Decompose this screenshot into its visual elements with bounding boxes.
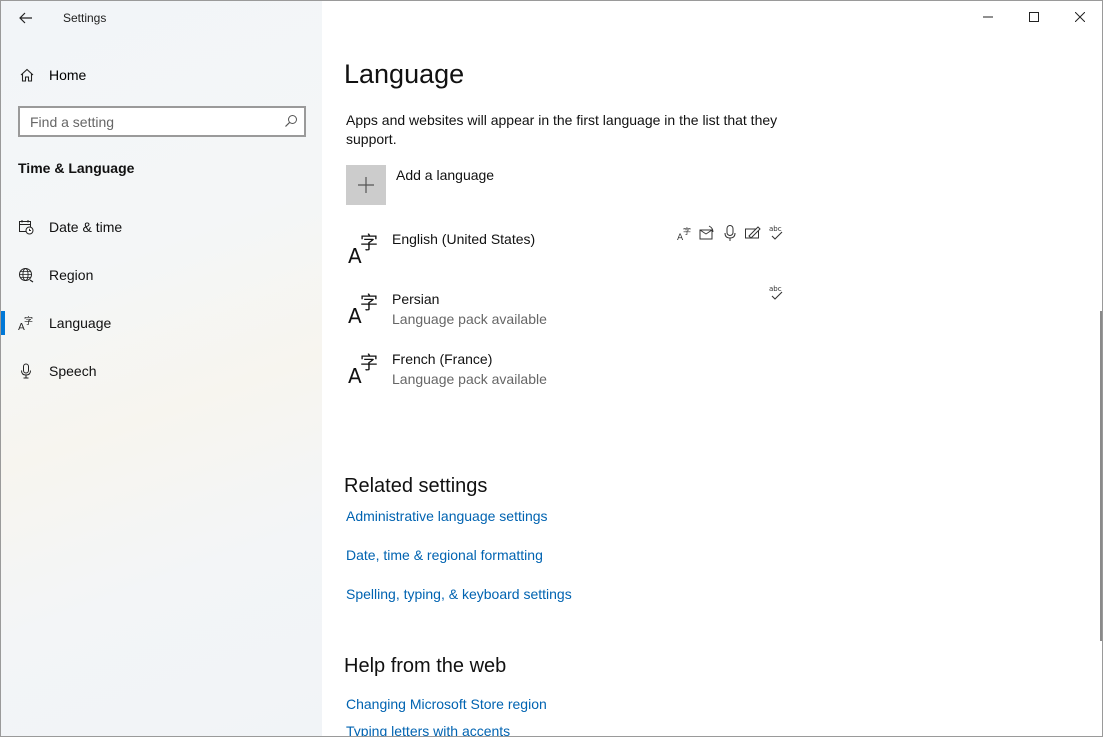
language-status: Language pack available <box>392 311 547 327</box>
link-changing-microsoft-store-region[interactable]: Changing Microsoft Store region <box>346 696 547 712</box>
sidebar-item-label: Region <box>49 267 94 283</box>
nav-home[interactable]: Home <box>1 59 322 91</box>
svg-text:abc: abc <box>769 225 782 233</box>
handwriting-icon <box>745 226 761 239</box>
sidebar-item-speech[interactable]: Speech <box>1 353 322 389</box>
settings-window: Settings Home Time & Language Date & tim… <box>0 0 1103 737</box>
sidebar-item-label: Speech <box>49 363 97 379</box>
calendar-clock-icon <box>19 220 34 235</box>
svg-text:abc: abc <box>769 285 782 293</box>
active-indicator <box>1 311 5 335</box>
search-box[interactable] <box>18 106 306 137</box>
display-language-icon: A 字 <box>677 226 691 242</box>
help-heading: Help from the web <box>344 655 507 677</box>
related-settings-heading: Related settings <box>344 475 488 497</box>
add-language-button[interactable] <box>346 165 386 205</box>
sidebar: Settings Home Time & Language Date & tim… <box>1 1 322 736</box>
link-administrative-language-settings[interactable]: Administrative language settings <box>346 508 548 524</box>
sidebar-item-region[interactable]: Region <box>1 257 322 293</box>
globe-icon <box>19 268 34 283</box>
link-spelling-typing-keyboard-settings[interactable]: Spelling, typing, & keyboard settings <box>346 586 572 602</box>
language-icon: A 字 <box>18 315 33 331</box>
language-icon: A 字 <box>348 353 378 385</box>
sidebar-section-title: Time & Language <box>18 160 135 176</box>
home-icon <box>20 68 34 82</box>
link-typing-letters-with-accents[interactable]: Typing letters with accents <box>346 723 510 736</box>
language-name: English (United States) <box>392 231 536 247</box>
svg-text:字: 字 <box>24 315 33 327</box>
svg-text:字: 字 <box>360 293 378 314</box>
search-input[interactable] <box>20 108 270 135</box>
sidebar-item-language[interactable]: A 字 Language <box>1 305 322 341</box>
svg-text:字: 字 <box>683 226 691 236</box>
language-item-french[interactable]: A 字 French (France) Language pack availa… <box>346 345 786 401</box>
language-name: French (France) <box>392 351 493 367</box>
microphone-icon <box>21 363 31 379</box>
svg-text:字: 字 <box>360 233 378 254</box>
spelling-icon: abc <box>769 285 783 300</box>
language-item-english[interactable]: A 字 English (United States) <box>346 225 786 281</box>
language-status: Language pack available <box>392 371 547 387</box>
svg-text:字: 字 <box>360 353 378 374</box>
plus-icon <box>358 177 374 193</box>
back-arrow-icon <box>19 12 32 24</box>
main-content: Language Apps and websites will appear i… <box>322 1 1102 736</box>
back-button[interactable] <box>11 5 41 31</box>
search-icon[interactable] <box>284 114 298 128</box>
nav-home-label: Home <box>49 67 87 83</box>
link-date-time-regional-formatting[interactable]: Date, time & regional formatting <box>346 547 543 563</box>
sidebar-item-label: Date & time <box>49 219 123 235</box>
language-item-persian[interactable]: A 字 Persian Language pack available <box>346 285 786 341</box>
app-title: Settings <box>63 11 107 25</box>
page-title: Language <box>344 59 465 89</box>
scrollbar[interactable] <box>1100 311 1102 641</box>
add-language-label[interactable]: Add a language <box>396 167 494 183</box>
sidebar-item-label: Language <box>49 315 112 331</box>
text-to-speech-icon <box>699 225 714 240</box>
language-icon: A 字 <box>348 233 378 265</box>
spelling-icon: abc <box>769 225 783 240</box>
sidebar-item-date-time[interactable]: Date & time <box>1 209 322 245</box>
language-icon: A 字 <box>348 293 378 325</box>
language-name: Persian <box>392 291 440 307</box>
speech-icon <box>724 225 736 241</box>
page-description: Apps and websites will appear in the fir… <box>346 112 778 147</box>
